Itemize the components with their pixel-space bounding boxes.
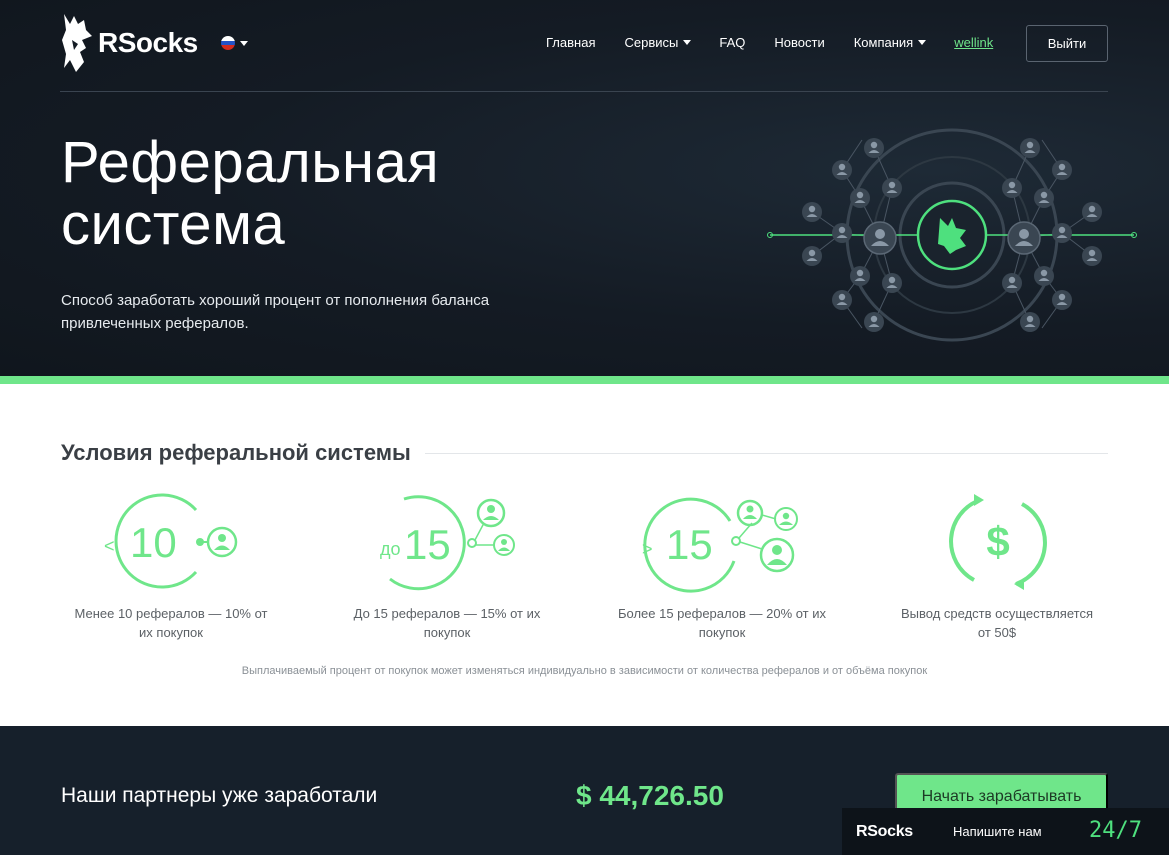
conditions-title: Условия реферальной системы bbox=[61, 440, 411, 465]
chat-widget[interactable]: RSocks Напишите нам 24/7 bbox=[842, 808, 1169, 855]
condition-caption-3: Более 15 рефералов — 20% от их покупок bbox=[606, 604, 838, 642]
nav-home[interactable]: Главная bbox=[546, 35, 595, 50]
chat-brand: RSocks bbox=[856, 823, 913, 840]
referral-network-illustration bbox=[767, 128, 1137, 342]
user-icon bbox=[736, 499, 764, 527]
condition-caption-4: Вывод средств осуществляется от 50$ bbox=[884, 604, 1110, 642]
chevron-down-icon bbox=[918, 40, 927, 45]
chevron-down-icon bbox=[240, 40, 248, 46]
condition-prefix-1: < bbox=[104, 536, 115, 556]
russia-flag-icon bbox=[221, 36, 235, 50]
nav-company-label: Компания bbox=[853, 35, 914, 50]
page-subtitle: Способ заработать хороший процент от поп… bbox=[61, 292, 490, 332]
main-nav: Главная Сервисы FAQ Новости Компания wel… bbox=[546, 35, 993, 50]
brand-name: RSocks bbox=[98, 27, 198, 58]
nav-news[interactable]: Новости bbox=[774, 35, 824, 50]
earnings-amount: $ 44,726.50 bbox=[576, 780, 724, 811]
chat-label: Напишите нам bbox=[953, 824, 1042, 839]
nav-company[interactable]: Компания bbox=[854, 35, 927, 50]
hero-accent-stripe bbox=[0, 376, 1169, 384]
logout-button[interactable]: Выйти bbox=[1026, 25, 1108, 62]
user-icon bbox=[774, 507, 798, 531]
user-icon bbox=[476, 498, 506, 528]
page-title: Реферальная система bbox=[61, 132, 439, 256]
condition-caption-2-line1: До 15 рефералов — 15% от их bbox=[353, 606, 541, 621]
nav-services-label: Сервисы bbox=[624, 35, 679, 50]
condition-caption-2-line2: покупок bbox=[423, 625, 471, 640]
nav-faq[interactable]: FAQ bbox=[719, 35, 745, 50]
condition-number-2: 15 bbox=[404, 521, 451, 568]
page-title-line1: Реферальная bbox=[61, 130, 440, 195]
user-icon bbox=[493, 534, 515, 556]
wolf-logo-icon bbox=[62, 14, 92, 72]
condition-icon-1: < 10 bbox=[104, 493, 238, 589]
header-divider bbox=[60, 91, 1108, 92]
condition-caption-3-line2: покупок bbox=[698, 625, 746, 640]
earnings-label: Наши партнеры уже заработали bbox=[61, 784, 378, 807]
user-icon bbox=[206, 526, 238, 558]
condition-caption-1-line1: Менее 10 рефералов — 10% от bbox=[74, 606, 268, 621]
condition-caption-1: Менее 10 рефералов — 10% от их покупок bbox=[60, 604, 282, 642]
nav-services[interactable]: Сервисы bbox=[624, 35, 692, 50]
condition-caption-1-line2: их покупок bbox=[139, 625, 203, 640]
condition-icon-3: > 15 bbox=[642, 497, 798, 593]
chat-hours: 24/7 bbox=[1089, 818, 1142, 843]
condition-caption-4-line1: Вывод средств осуществляется bbox=[901, 606, 1093, 621]
hero-section: RSocks Главная Сервисы FAQ Новости Компа… bbox=[0, 0, 1169, 376]
page-title-line2: система bbox=[61, 192, 286, 257]
dollar-refresh-icon: $ bbox=[949, 494, 1047, 590]
condition-number-1: 10 bbox=[130, 519, 177, 566]
nav-user-account[interactable]: wellink bbox=[954, 35, 993, 50]
chevron-down-icon bbox=[683, 40, 692, 45]
user-icon bbox=[759, 537, 795, 573]
conditions-divider bbox=[425, 453, 1108, 454]
condition-prefix-3: > bbox=[642, 539, 653, 559]
conditions-note: Выплачиваемый процент от покупок может и… bbox=[241, 665, 928, 677]
condition-number-3: 15 bbox=[666, 521, 713, 568]
brand-logo[interactable]: RSocks bbox=[60, 10, 198, 76]
language-selector[interactable] bbox=[221, 36, 248, 50]
condition-caption-4-line2: от 50$ bbox=[977, 625, 1017, 640]
condition-icon-2: до 15 bbox=[380, 495, 515, 591]
condition-number-4: $ bbox=[986, 518, 1009, 565]
condition-caption-2: До 15 рефералов — 15% от их покупок bbox=[336, 604, 558, 642]
condition-prefix-2: до bbox=[380, 539, 401, 559]
condition-caption-3-line1: Более 15 рефералов — 20% от их bbox=[617, 606, 827, 621]
